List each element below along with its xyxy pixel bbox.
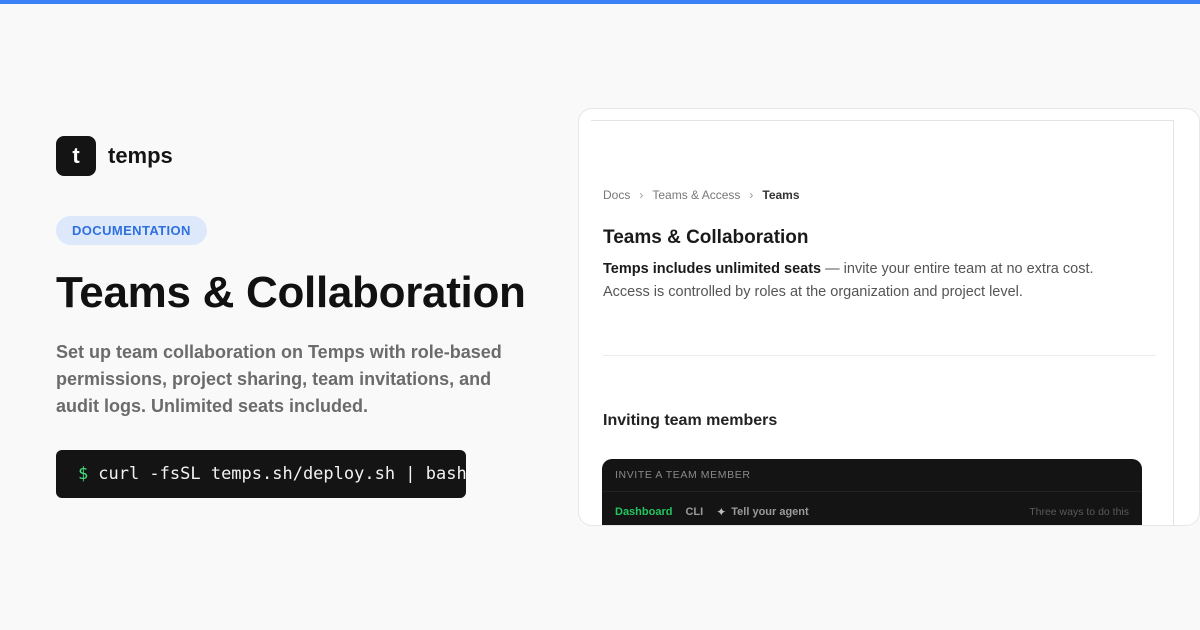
doc-intro: Temps includes unlimited seats — invite …: [603, 258, 1163, 304]
tab-cli[interactable]: CLI: [685, 506, 703, 518]
section-divider: [603, 355, 1156, 356]
install-command[interactable]: $ curl -fsSL temps.sh/deploy.sh | bash: [56, 450, 467, 498]
doc-intro-bold: Temps includes unlimited seats: [603, 261, 822, 277]
tabs-hint: Three ways to do this: [1029, 506, 1129, 518]
docs-preview-card: Docs › Teams & Access › Teams Teams & Co…: [578, 108, 1200, 526]
chevron-right-icon: ›: [749, 188, 754, 202]
chevron-right-icon: ›: [639, 188, 644, 202]
preview-frame: Docs › Teams & Access › Teams Teams & Co…: [591, 120, 1174, 525]
tab-dashboard[interactable]: Dashboard: [615, 506, 672, 518]
doc-intro-line2: Access is controlled by roles at the org…: [603, 284, 1023, 300]
invite-panel: INVITE A TEAM MEMBER Dashboard CLI ✦ Tel…: [602, 459, 1142, 525]
brand-logo: t: [56, 136, 96, 176]
invite-tabs: Dashboard CLI ✦ Tell your agent Three wa…: [602, 492, 1142, 525]
tab-tell-your-agent[interactable]: ✦ Tell your agent: [716, 505, 808, 519]
command-text: curl -fsSL temps.sh/deploy.sh | bash: [98, 464, 467, 484]
brand[interactable]: t temps: [56, 136, 173, 176]
doc-intro-rest: — invite your entire team at no extra co…: [821, 261, 1094, 277]
doc-title: Teams & Collaboration: [603, 227, 809, 248]
breadcrumb-teams-access[interactable]: Teams & Access: [652, 188, 740, 202]
breadcrumb-current: Teams: [762, 188, 800, 202]
breadcrumb-docs[interactable]: Docs: [603, 188, 630, 202]
brand-name: temps: [108, 143, 173, 168]
sparkle-icon: ✦: [716, 505, 727, 519]
breadcrumb: Docs › Teams & Access › Teams: [603, 188, 800, 202]
accent-top-bar: [0, 0, 1200, 4]
invite-panel-header: INVITE A TEAM MEMBER: [602, 459, 1142, 492]
hero-title: Teams & Collaboration: [56, 268, 526, 317]
hero-description: Set up team collaboration on Temps with …: [56, 342, 502, 416]
section-heading: Inviting team members: [603, 412, 778, 429]
command-prompt: $: [78, 464, 89, 484]
documentation-badge: DOCUMENTATION: [56, 216, 207, 245]
tab-tell-your-agent-label: Tell your agent: [731, 506, 809, 518]
